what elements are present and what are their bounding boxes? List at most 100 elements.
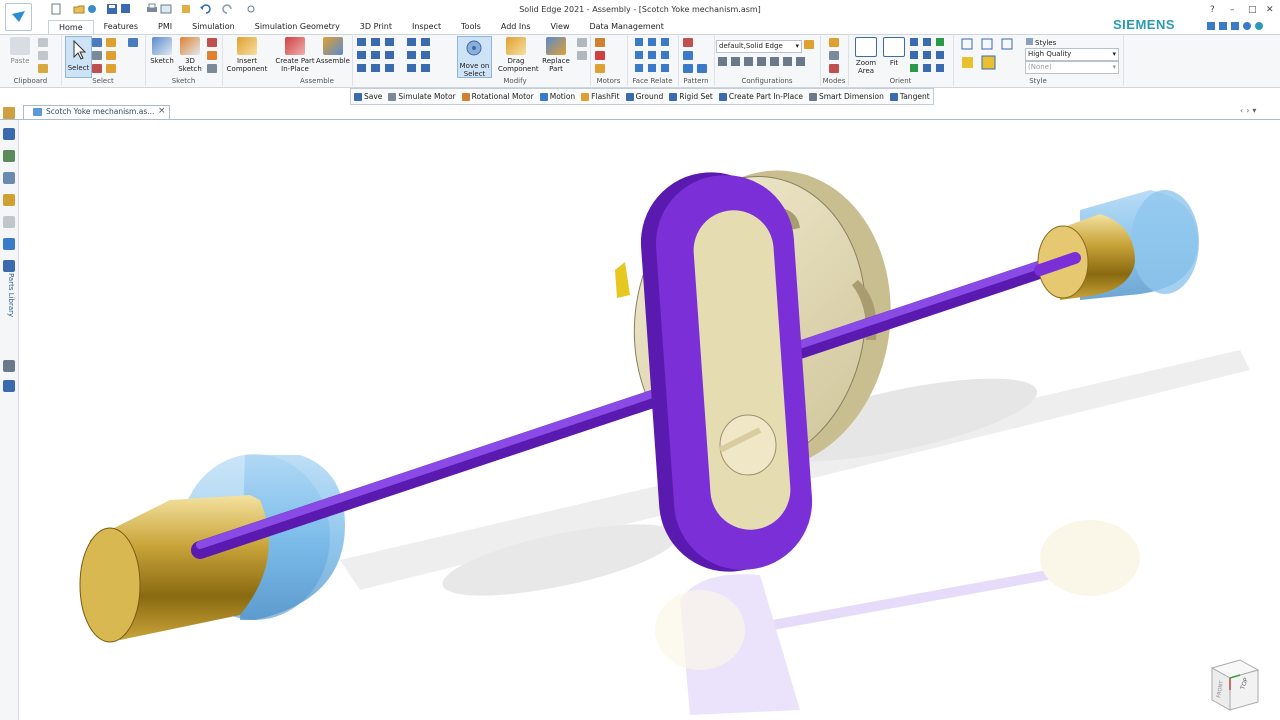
zoom-area-button[interactable]: Zoom Area bbox=[851, 37, 881, 75]
cmd-rigid-set[interactable]: Rigid Set bbox=[669, 89, 713, 104]
select-tool-icon-7[interactable] bbox=[106, 64, 116, 73]
paste-button[interactable]: Paste bbox=[5, 37, 35, 65]
drag-component-button[interactable]: Drag Component bbox=[498, 37, 539, 73]
view-cube[interactable]: TOP FRONT bbox=[1210, 659, 1260, 711]
configuration-tool-icons[interactable] bbox=[718, 56, 818, 68]
move-on-select-button[interactable]: Move on Select bbox=[457, 36, 492, 78]
sketch-tool-icon-2[interactable] bbox=[207, 51, 217, 60]
tab-data-management[interactable]: Data Management bbox=[579, 20, 673, 34]
assemble-button[interactable]: Assemble bbox=[316, 37, 350, 65]
close-document-icon[interactable]: × bbox=[158, 106, 166, 116]
relationship-icon[interactable] bbox=[3, 360, 15, 372]
document-tab-label: Scotch Yoke mechanism.as... bbox=[46, 107, 155, 116]
tab-home[interactable]: Home bbox=[48, 20, 94, 35]
cut-icon[interactable] bbox=[38, 38, 48, 47]
face-relate-icons[interactable] bbox=[633, 37, 677, 73]
minimize-button[interactable]: – bbox=[1230, 5, 1235, 15]
fit-button[interactable]: Fit bbox=[880, 37, 908, 67]
pattern-icon-1[interactable] bbox=[683, 38, 693, 47]
pathfinder-icon[interactable] bbox=[3, 128, 15, 140]
scotch-yoke-model[interactable]: TOP FRONT bbox=[19, 120, 1280, 720]
cmd-create-part-in-place[interactable]: Create Part In-Place bbox=[718, 89, 803, 104]
cmd-smart-dimension[interactable]: Smart Dimension bbox=[808, 89, 884, 104]
view-orient-icons[interactable] bbox=[908, 37, 952, 73]
face-relate-group: Face Relate bbox=[627, 34, 679, 86]
teamcenter-icon[interactable] bbox=[3, 216, 15, 228]
tab-tools[interactable]: Tools bbox=[451, 20, 491, 34]
right-bushing[interactable] bbox=[1034, 190, 1199, 300]
pattern-icon-3[interactable] bbox=[683, 64, 693, 73]
select-tool-icon-4[interactable] bbox=[92, 51, 102, 60]
zoom-area-icon bbox=[855, 37, 877, 57]
modes-group: Modes bbox=[820, 34, 849, 86]
motor-icon-1[interactable] bbox=[595, 38, 605, 47]
cmd-ground[interactable]: Ground bbox=[625, 89, 663, 104]
3d-sketch-button[interactable]: 3D Sketch bbox=[175, 37, 205, 73]
graphics-viewport[interactable]: TOP FRONT bbox=[19, 120, 1280, 720]
replace-part-button[interactable]: Replace Part bbox=[538, 37, 574, 73]
tab-features[interactable]: Features bbox=[94, 20, 148, 34]
select-tool-icon-3[interactable] bbox=[128, 38, 138, 47]
sketch-button[interactable]: Sketch bbox=[147, 37, 177, 65]
sensors-icon[interactable] bbox=[3, 194, 15, 206]
create-part-icon bbox=[718, 92, 727, 101]
sketch-tool-icon-1[interactable] bbox=[207, 38, 217, 47]
styles-label[interactable]: Styles bbox=[1026, 38, 1056, 47]
maximize-button[interactable]: □ bbox=[1248, 5, 1257, 15]
mode-icon-3[interactable] bbox=[829, 64, 839, 73]
close-button[interactable]: ✕ bbox=[1266, 5, 1274, 15]
select-button[interactable]: Select bbox=[65, 36, 92, 78]
select-tool-icon-2[interactable] bbox=[106, 38, 116, 47]
scotch-yoke[interactable] bbox=[636, 168, 816, 577]
motor-icon-2[interactable] bbox=[595, 51, 605, 60]
help-button[interactable]: ? bbox=[1210, 5, 1215, 15]
format-painter-icon[interactable] bbox=[38, 64, 48, 73]
tab-3d-print[interactable]: 3D Print bbox=[350, 20, 402, 34]
sketch-tool-icon-3[interactable] bbox=[207, 64, 217, 73]
select-tool-icon-1[interactable] bbox=[92, 38, 102, 47]
pattern-icon-2[interactable] bbox=[683, 51, 693, 60]
tab-simulation-geometry[interactable]: Simulation Geometry bbox=[245, 20, 350, 34]
select-tool-icon-5[interactable] bbox=[106, 51, 116, 60]
cmd-rotational-motor[interactable]: Rotational Motor bbox=[461, 89, 534, 104]
pattern-icon-4[interactable] bbox=[697, 64, 707, 73]
configuration-select[interactable]: default,Solid Edge ▾ bbox=[716, 40, 802, 53]
modify-tool-icon-1[interactable] bbox=[577, 38, 587, 47]
feature-library-icon[interactable] bbox=[3, 172, 15, 184]
cmd-tangent[interactable]: Tangent bbox=[889, 89, 930, 104]
config-save-icon[interactable] bbox=[804, 40, 814, 49]
tab-view[interactable]: View bbox=[541, 20, 580, 34]
select-tool-icon-6[interactable] bbox=[92, 64, 102, 73]
properties-icon[interactable] bbox=[3, 238, 15, 250]
parts-library-label[interactable]: Parts Library bbox=[1, 273, 15, 333]
cmd-motion[interactable]: Motion bbox=[539, 89, 575, 104]
mode-icon-1[interactable] bbox=[829, 38, 839, 47]
rotational-motor-icon bbox=[461, 92, 470, 101]
modify-tool-icon-2[interactable] bbox=[577, 51, 587, 60]
style-none-select[interactable]: (None) ▾ bbox=[1025, 61, 1119, 74]
create-part-in-place-button[interactable]: Create Part In-Place bbox=[274, 37, 316, 73]
tab-simulation[interactable]: Simulation bbox=[182, 20, 245, 34]
move-icon bbox=[466, 40, 482, 56]
parts-library-icon[interactable] bbox=[3, 260, 15, 272]
layers-icon[interactable] bbox=[3, 150, 15, 162]
quality-select[interactable]: High Quality ▾ bbox=[1025, 48, 1119, 61]
tab-add-ins[interactable]: Add Ins bbox=[491, 20, 541, 34]
tab-inspect[interactable]: Inspect bbox=[402, 20, 451, 34]
pathfinder-toggle-icon[interactable] bbox=[3, 107, 15, 119]
orient-group: Zoom Area Fit Orient bbox=[848, 34, 954, 86]
relationship-tools[interactable] bbox=[355, 36, 433, 79]
tab-pmi[interactable]: PMI bbox=[148, 20, 182, 34]
tab-navigation[interactable]: ‹›▾ bbox=[1240, 106, 1259, 115]
explorer-icon[interactable] bbox=[3, 380, 15, 392]
panel-toggle-icons[interactable] bbox=[1207, 20, 1273, 35]
chevron-down-icon[interactable]: ▾ bbox=[1252, 106, 1259, 115]
mode-icon-2[interactable] bbox=[829, 51, 839, 60]
motor-icon-3[interactable] bbox=[595, 64, 605, 73]
cmd-simulate-motor[interactable]: Simulate Motor bbox=[388, 89, 456, 104]
insert-component-button[interactable]: Insert Component bbox=[226, 37, 268, 73]
copy-icon[interactable] bbox=[38, 51, 48, 60]
cmd-flashfit[interactable]: FlashFit bbox=[581, 89, 620, 104]
cmd-save[interactable]: Save bbox=[354, 89, 382, 104]
display-style-icons[interactable] bbox=[959, 37, 1023, 73]
